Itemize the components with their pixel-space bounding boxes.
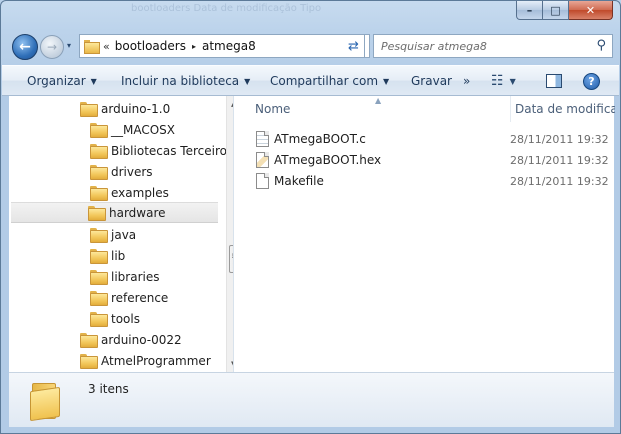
file-row-makefile[interactable]: Makefile 28/11/2011 19:32 [256,171,616,191]
item-count: 3 itens [88,382,129,396]
folder-icon [90,228,108,243]
details-pane: 3 itens [9,372,614,427]
back-button[interactable]: ← [12,34,38,60]
organize-label: Organizar [27,74,86,88]
folder-icon [90,186,108,201]
folder-icon [90,123,108,138]
search-box[interactable]: ⚲ [373,34,613,58]
tree-item-macosx[interactable]: __MACOSX [90,119,233,140]
c-source-file-icon [256,131,269,147]
tree-item-lib[interactable]: lib [90,245,233,266]
folder-icon [80,102,98,117]
tree-item-libraries[interactable]: libraries [90,266,233,287]
address-bar[interactable]: « bootloaders ▸ atmega8 ▾ [79,34,370,58]
folder-icon [90,291,108,306]
breadcrumb-atmega8[interactable]: atmega8 [202,39,256,53]
burn-button[interactable]: Gravar [411,74,452,88]
folder-icon [84,40,100,54]
file-row-atmegaboot-c[interactable]: ATmegaBOOT.c 28/11/2011 19:32 [256,129,616,149]
folder-icon [90,249,108,264]
minimize-button[interactable]: – [516,1,543,20]
explorer-window: bootloaders Data de modificação Tipo – □… [0,0,621,434]
folder-icon [90,144,108,159]
close-button[interactable]: ✕ [569,1,613,20]
folder-icon [80,354,98,369]
file-icon [256,173,269,189]
folder-large-icon [30,379,62,422]
tree-item-tools[interactable]: tools [90,308,233,329]
include-library-menu[interactable]: Incluir na biblioteca ▼ [121,74,250,88]
include-library-label: Incluir na biblioteca [121,74,240,88]
chevron-down-icon: ▼ [383,77,390,86]
chevron-down-icon: ▼ [244,77,251,86]
search-icon[interactable]: ⚲ [596,38,606,53]
help-button[interactable]: ? [583,72,600,90]
maximize-button[interactable]: □ [543,1,569,20]
address-overflow[interactable]: « [103,40,110,53]
title-ghost: bootloaders Data de modificação Tipo [131,3,322,14]
preview-pane-icon[interactable] [546,72,562,90]
column-header-date[interactable]: Data de modificaç [515,96,615,122]
share-menu[interactable]: Compartilhar com ▼ [270,74,389,88]
command-bar: Organizar ▼ Incluir na biblioteca ▼ Compar… [2,65,619,96]
organize-menu[interactable]: Organizar ▼ [27,74,97,88]
breadcrumb-bootloaders[interactable]: bootloaders [115,39,186,53]
folder-icon [90,165,108,180]
folder-icon [90,270,108,285]
tree-item-arduino-0022[interactable]: arduino-0022 [80,329,233,350]
refresh-button[interactable]: ⇄ [343,34,365,58]
sort-ascending-icon: ▲ [375,96,382,105]
share-label: Compartilhar com [270,74,379,88]
help-icon: ? [583,72,600,90]
file-list-pane: ▲ Nome Data de modificaç ATmegaBOOT.c 28… [234,96,616,372]
navigation-pane: arduino-1.0 __MACOSX Bibliotecas Terceir… [9,96,234,372]
chevron-down-icon: ▼ [90,77,97,86]
tree-item-hardware[interactable]: hardware [11,202,218,223]
folder-icon [88,206,106,221]
navigation-scrollbar[interactable]: ▲ ▼ [226,96,233,372]
folder-icon [80,333,98,348]
file-row-atmegaboot-hex[interactable]: ATmegaBOOT.hex 28/11/2011 19:32 [256,150,616,170]
column-header-name[interactable]: Nome [255,96,290,122]
tree-item-examples[interactable]: examples [90,182,233,203]
tree-item-java[interactable]: java [90,224,233,245]
tree-item-drivers[interactable]: drivers [90,161,233,182]
caption-buttons: – □ ✕ [516,1,613,21]
column-divider[interactable] [510,96,511,122]
tree-item-atmelprogrammer[interactable]: AtmelProgrammer [80,350,233,371]
forward-button[interactable]: → [40,35,64,59]
breadcrumb-separator-icon[interactable]: ▸ [192,42,196,51]
navigation-bar: ← → ▾ « bootloaders ▸ atmega8 ▾ ⇄ ⚲ [9,31,613,61]
tree-item-bibliotecas-terceiros[interactable]: Bibliotecas Terceiros [90,140,233,161]
tree-item-reference[interactable]: reference [90,287,233,308]
recent-pages-dropdown[interactable]: ▾ [67,41,71,50]
hex-file-icon [256,152,269,168]
search-input[interactable] [381,39,591,53]
more-commands-button[interactable]: » [463,74,470,88]
view-options-icon[interactable]: ☷ ▼ [491,72,516,90]
folder-icon [90,312,108,327]
tree-item-arduino-1-0[interactable]: arduino-1.0 [80,98,233,119]
